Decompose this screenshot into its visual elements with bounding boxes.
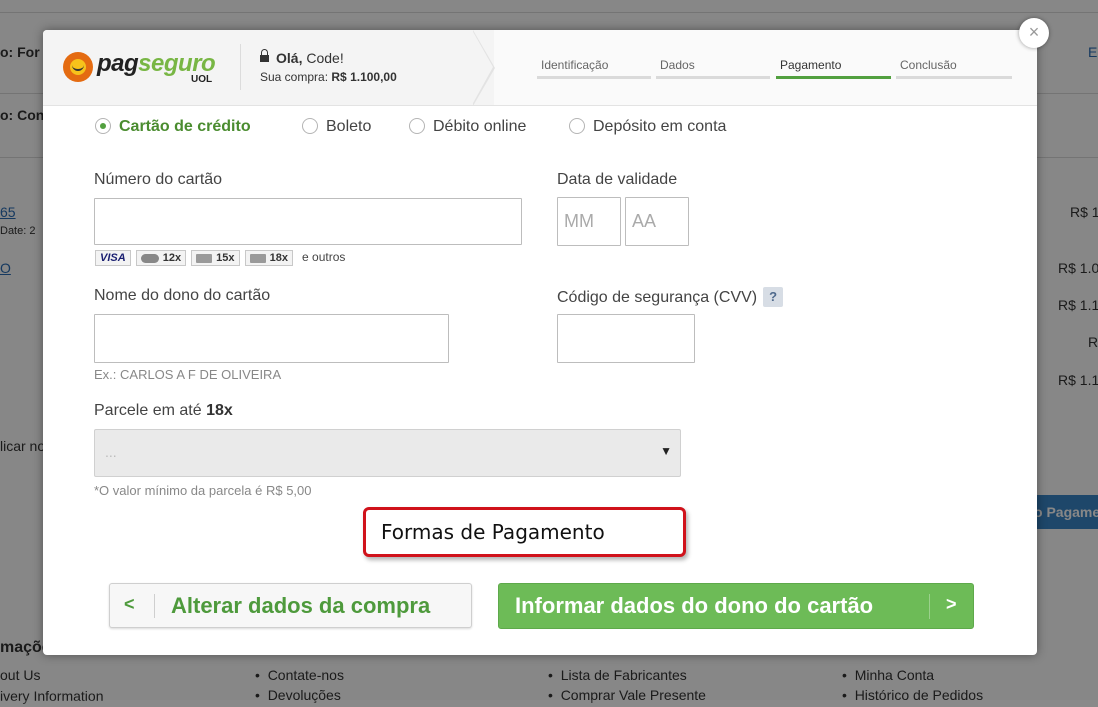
installments-select[interactable]: ... ▼ [94,429,681,477]
expiry-month-input[interactable]: MM [557,197,621,246]
option-cartao-de-credito[interactable]: Cartão de crédito [95,118,251,136]
button-divider [154,594,155,618]
option-debito-online[interactable]: Débito online [409,118,526,136]
installments-hint: *O valor mínimo da parcela é R$ 5,00 [94,483,312,498]
card-icon [196,253,213,263]
owner-name-input[interactable] [94,314,449,363]
owner-name-label: Nome do dono do cartão [94,287,271,304]
owner-name-hint: Ex.: CARLOS A F DE OLIVEIRA [94,367,282,382]
expiry-label: Data de validade [557,171,678,188]
cvv-label: Código de segurança (CVV)? [557,287,784,307]
modal-header: pagseguro UOL Olá, Code! Sua compra: R$ … [43,30,1037,106]
chevron-left-icon: < [124,594,135,614]
back-button-label: Alterar dados da compra [171,593,431,618]
purchase-total: Sua compra: R$ 1.100,00 [260,70,397,84]
divider [240,44,241,90]
logo-uol: UOL [191,74,213,85]
step-pagamento: Pagamento [776,58,891,79]
radio-icon[interactable] [569,118,585,134]
pagseguro-logo: pagseguro UOL [63,48,223,88]
annotation-label: Formas de Pagamento [363,507,686,557]
card-icon [249,253,266,263]
card-brand-badge: 15x [191,250,240,267]
mastercard-icon [140,253,159,263]
smile-logo-icon [63,52,93,82]
step-conclusao: Conclusão [896,58,1012,79]
next-button-label: Informar dados do dono do cartão [515,593,874,618]
pagseguro-checkout-modal: pagseguro UOL Olá, Code! Sua compra: R$ … [43,30,1037,655]
lock-icon [260,49,269,62]
visa-icon: VISA [95,250,131,267]
card-brands: VISA 12x 15x 18x e outros [95,250,346,267]
radio-icon[interactable] [302,118,318,134]
card-brand-badge: 12x [135,250,187,267]
greeting: Olá, Code! [260,49,344,66]
header-arrow [472,30,493,105]
button-divider [929,594,930,619]
card-number-label: Número do cartão [94,171,223,188]
step-identificacao: Identificação [537,58,651,79]
others-text: e outros [302,250,346,264]
chevron-right-icon: > [946,594,957,614]
dropdown-caret-icon: ▼ [660,444,672,458]
card-brand-badge: 18x [244,250,293,267]
installments-label: Parcele em até 18x [94,402,233,419]
option-boleto[interactable]: Boleto [302,118,371,136]
back-button[interactable]: < Alterar dados da compra [109,583,472,628]
card-number-input[interactable] [94,198,522,245]
radio-selected-icon[interactable] [95,118,111,134]
radio-icon[interactable] [409,118,425,134]
option-deposito-em-conta[interactable]: Depósito em conta [569,118,726,136]
help-icon[interactable]: ? [763,287,784,307]
step-dados: Dados [656,58,770,79]
next-button[interactable]: Informar dados do dono do cartão > [498,583,974,629]
close-button[interactable]: × [1019,18,1049,48]
cvv-input[interactable] [557,314,695,363]
expiry-year-input[interactable]: AA [625,197,689,246]
